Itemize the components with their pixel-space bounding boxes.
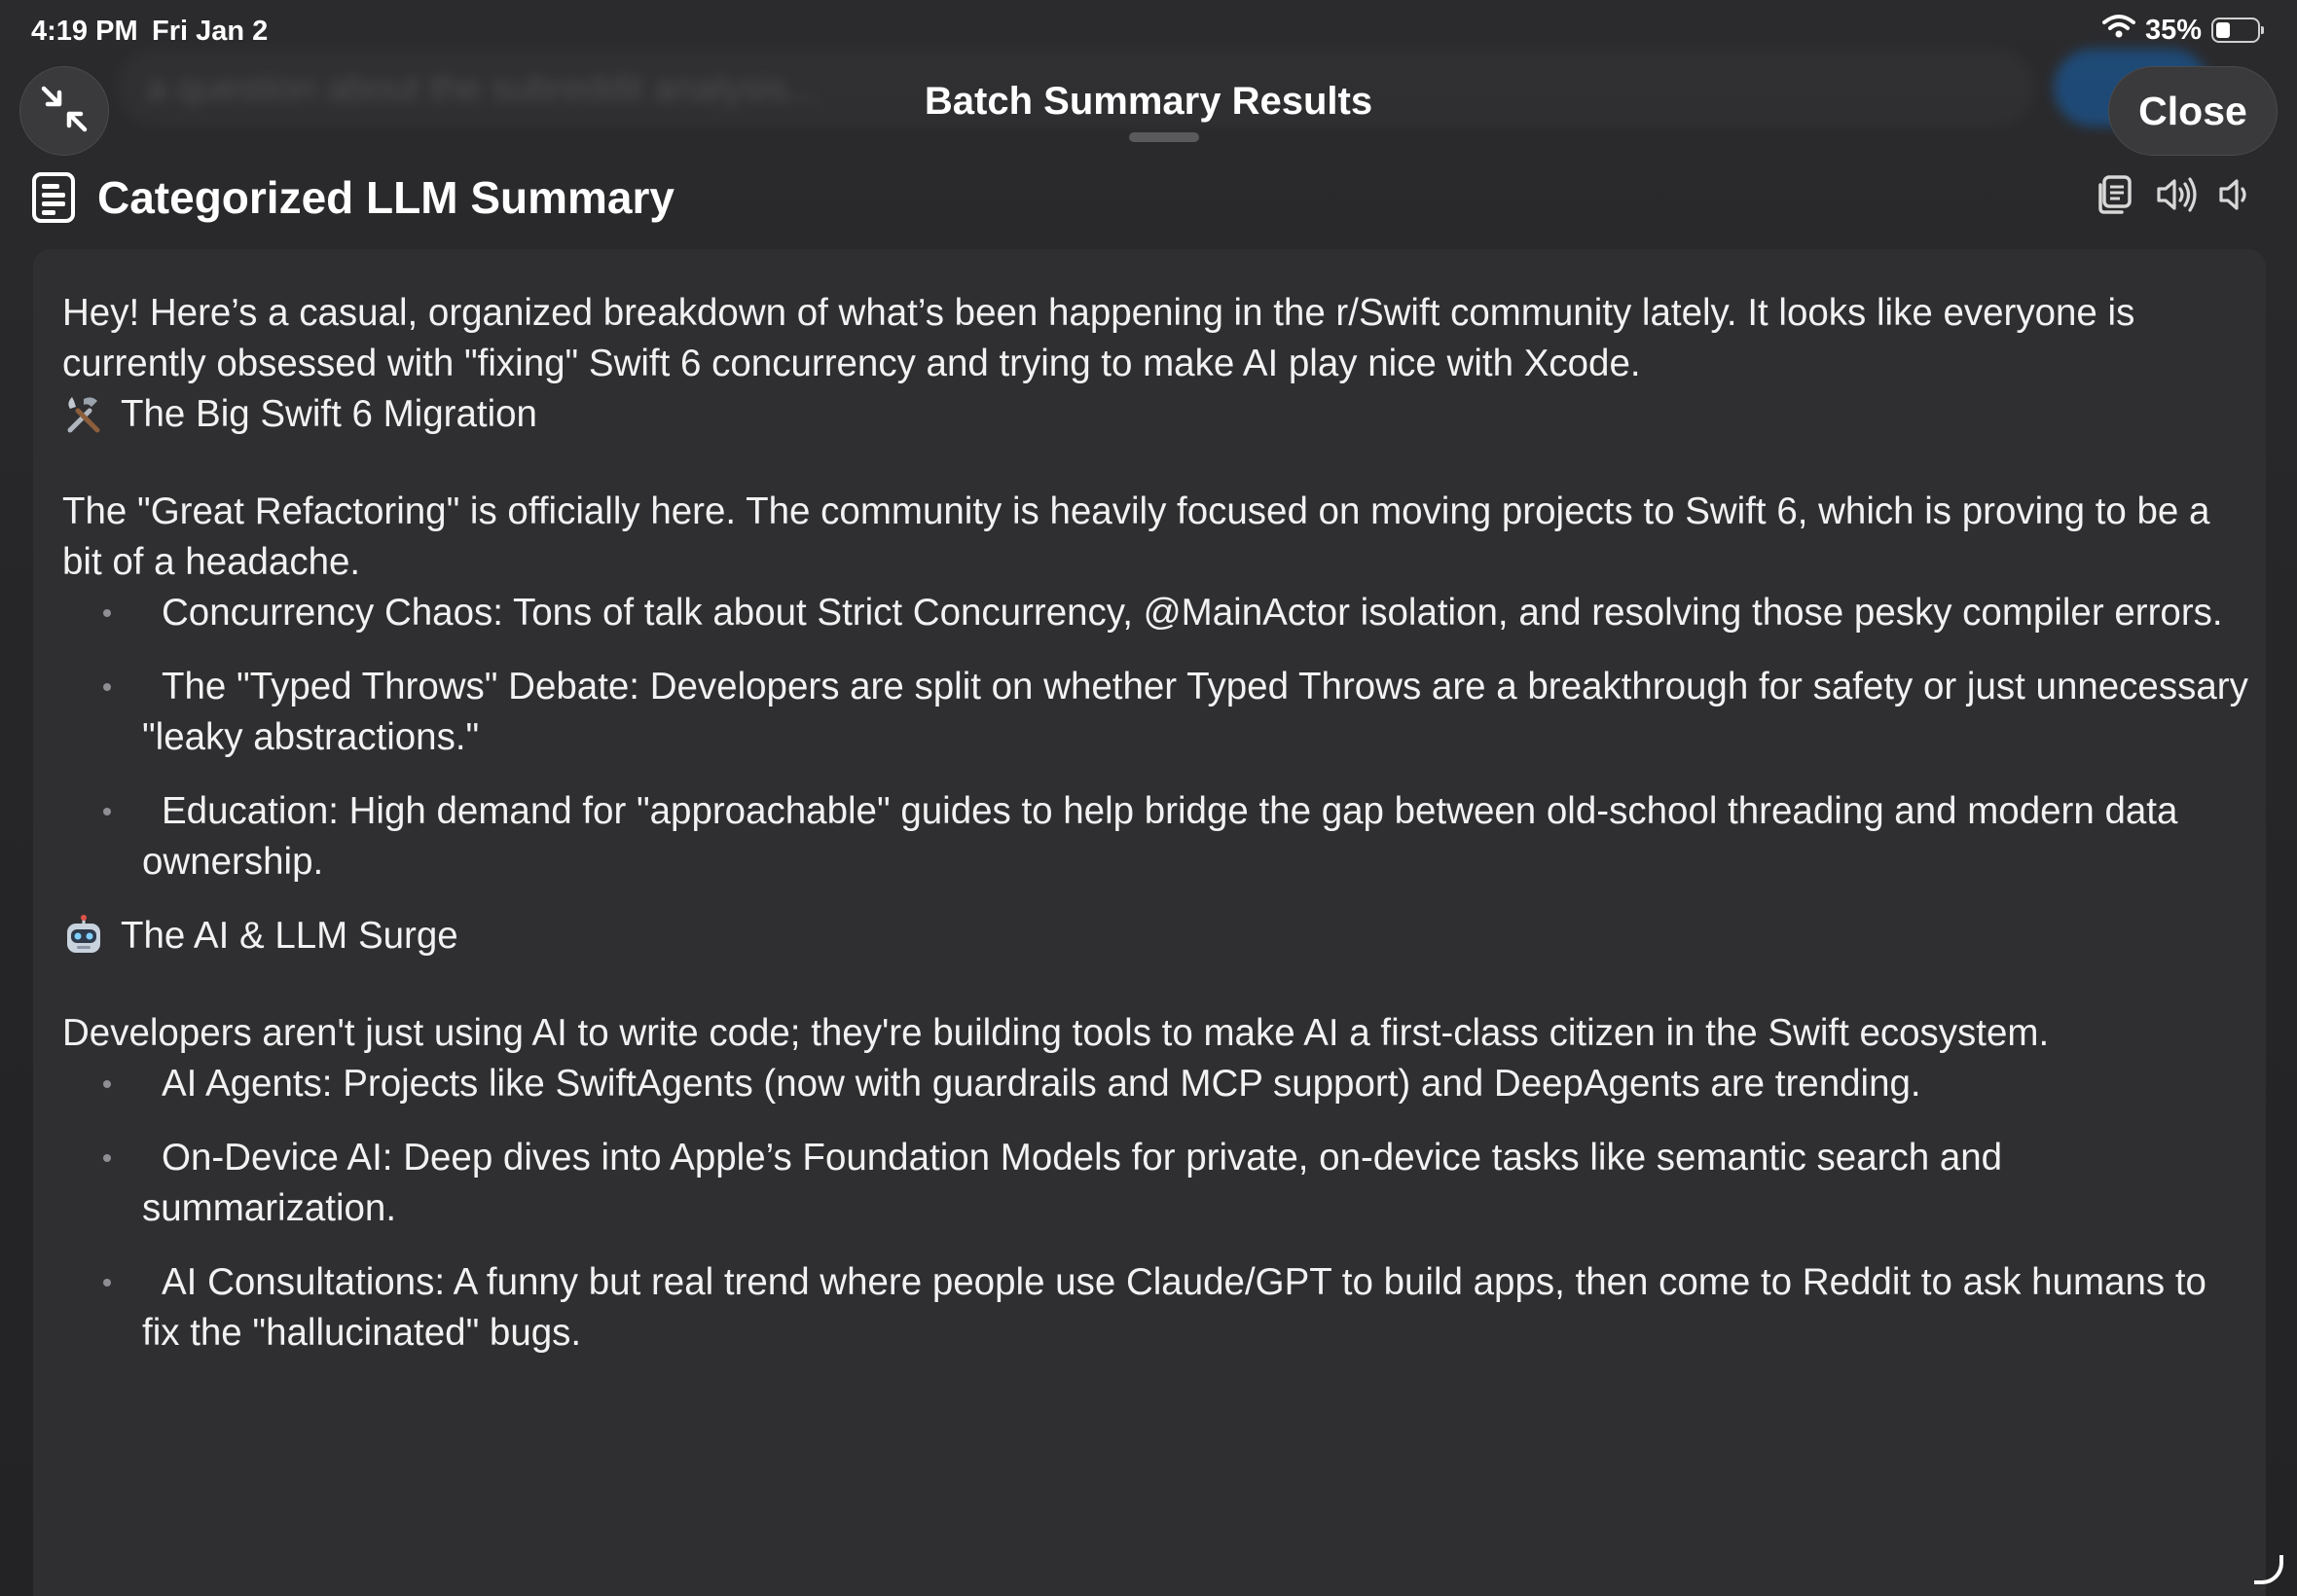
copy-icon[interactable] bbox=[2093, 173, 2135, 216]
summary-heading-swift6: The Big Swift 6 Migration bbox=[62, 389, 2252, 440]
list-item: Education: High demand for "approachable… bbox=[62, 786, 2252, 888]
summary-actions bbox=[2093, 173, 2260, 216]
bullet-dot bbox=[103, 808, 111, 816]
sheet-grabber[interactable] bbox=[1129, 132, 1199, 142]
list-item: Concurrency Chaos: Tons of talk about St… bbox=[62, 588, 2252, 638]
status-indicators: 35% bbox=[2101, 14, 2264, 47]
summary-body: The "Great Refactoring" is officially he… bbox=[62, 490, 2210, 583]
status-bar: 4:19 PM Fri Jan 2 35% bbox=[0, 0, 2297, 62]
wifi-icon bbox=[2101, 14, 2135, 47]
status-date: Fri Jan 2 bbox=[152, 16, 269, 47]
speaker-wave-icon[interactable] bbox=[2155, 173, 2198, 216]
hammer-wrench-icon bbox=[62, 393, 105, 436]
status-time: 4:19 PM bbox=[31, 16, 138, 47]
resize-handle[interactable] bbox=[2254, 1555, 2283, 1584]
battery-icon bbox=[2211, 18, 2264, 43]
summary-content: Hey! Here’s a casual, organized breakdow… bbox=[62, 288, 2252, 1382]
summary-body: Developers aren't just using AI to write… bbox=[62, 1012, 2050, 1054]
bullet-text: Education: High demand for "approachable… bbox=[142, 790, 2178, 883]
bullet-dot bbox=[103, 1080, 111, 1088]
bullet-dot bbox=[103, 683, 111, 691]
list-item: AI Consultations: A funny but real trend… bbox=[62, 1257, 2252, 1359]
document-icon bbox=[31, 171, 76, 229]
bullet-dot bbox=[103, 1154, 111, 1162]
summary-bullet-list: AI Agents: Projects like SwiftAgents (no… bbox=[62, 1059, 2252, 1359]
section-title: Categorized LLM Summary bbox=[97, 172, 675, 223]
screen: a question about the subreddit analysis.… bbox=[0, 0, 2297, 1596]
summary-heading-text: The AI & LLM Surge bbox=[121, 915, 458, 957]
bullet-text: On-Device AI: Deep dives into Apple’s Fo… bbox=[142, 1137, 2003, 1229]
speaker-icon[interactable] bbox=[2217, 173, 2260, 216]
battery-percent: 35% bbox=[2144, 14, 2202, 46]
list-item: The "Typed Throws" Debate: Developers ar… bbox=[62, 662, 2252, 763]
bullet-text: The "Typed Throws" Debate: Developers ar… bbox=[142, 666, 2248, 758]
bullet-text: AI Consultations: A funny but real trend… bbox=[142, 1261, 2206, 1354]
bullet-dot bbox=[103, 1279, 111, 1287]
list-item: AI Agents: Projects like SwiftAgents (no… bbox=[62, 1059, 2252, 1109]
summary-intro: Hey! Here’s a casual, organized breakdow… bbox=[62, 292, 2135, 384]
robot-icon bbox=[62, 915, 105, 958]
sheet-title: Batch Summary Results bbox=[924, 80, 1373, 123]
bullet-text: Concurrency Chaos: Tons of talk about St… bbox=[162, 592, 2223, 634]
bullet-dot bbox=[103, 609, 111, 617]
bullet-text: AI Agents: Projects like SwiftAgents (no… bbox=[162, 1063, 1921, 1105]
list-item: On-Device AI: Deep dives into Apple’s Fo… bbox=[62, 1133, 2252, 1234]
close-button[interactable]: Close bbox=[2108, 66, 2278, 156]
summary-bullet-list: Concurrency Chaos: Tons of talk about St… bbox=[62, 588, 2252, 888]
summary-heading-text: The Big Swift 6 Migration bbox=[121, 393, 537, 435]
summary-heading-ai: The AI & LLM Surge bbox=[62, 911, 2252, 961]
